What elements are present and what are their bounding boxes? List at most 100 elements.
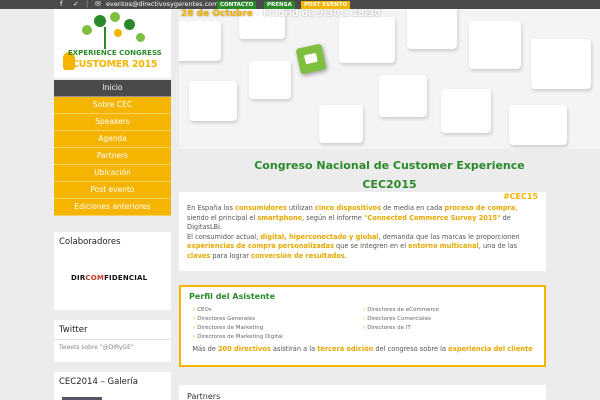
menu-item-ubicacion[interactable]: Ubicación <box>54 165 171 182</box>
logo-part: FIDENCIAL <box>104 274 148 282</box>
menu-item-agenda[interactable]: Agenda <box>54 131 171 148</box>
body-text: para lograr <box>210 251 252 260</box>
body-text: , demanda que las marcas le proporcionen <box>378 232 520 241</box>
logo-circle-icon <box>94 15 106 27</box>
profile-item: Directores de Marketing Digital <box>193 334 283 340</box>
post-evento-button[interactable]: POST EVENTO <box>301 1 351 9</box>
profile-item: Directores Comerciales <box>363 316 431 322</box>
intro-paragraph-2: El consumidor actual, digital, hipercone… <box>187 233 538 262</box>
prensa-button[interactable]: PRENSA <box>264 1 295 9</box>
decor-tile <box>469 21 521 69</box>
menu-item-speakers[interactable]: Speakers <box>54 114 171 131</box>
body-text: utilizan <box>286 204 315 212</box>
event-date: 28 de Octubre - Madrid de 9:30 a 18:30 <box>181 9 381 19</box>
hero-banner: 28 de Octubre - Madrid de 9:30 a 18:30 <box>179 9 600 149</box>
logo-circle-icon <box>114 29 122 37</box>
intro-box: #CEC15 En España los consumidores utiliz… <box>179 192 546 271</box>
decor-tile <box>441 89 491 133</box>
profile-item: CEOs <box>193 307 212 313</box>
perfil-title: Perfil del Asistente <box>189 292 276 301</box>
menu-item-post-evento[interactable]: Post evento <box>54 182 171 199</box>
logo-part: COM <box>85 274 105 282</box>
body-text: asistirán a la <box>270 345 318 353</box>
highlight-text: experiencia del cliente <box>448 345 533 353</box>
profile-item: Directores Generales <box>193 316 255 322</box>
menu-item-partners[interactable]: Partners <box>54 148 171 165</box>
perfil-asistente-box: Perfil del Asistente CEOs Directores Gen… <box>179 285 546 367</box>
main-menu: Inicio Sobre CEC Speakers Agenda Partner… <box>54 80 171 216</box>
logo-tree-stem <box>104 27 106 49</box>
body-text: . <box>344 251 347 260</box>
twitter-widget: Twitter Tweets sobre "@DIRyGE" <box>54 320 171 362</box>
body-text: , según el informe <box>302 213 364 222</box>
menu-item-inicio[interactable]: Inicio <box>54 80 171 97</box>
intro-paragraph-1: En España los consumidores utilizan cinc… <box>187 204 538 233</box>
decor-tile <box>179 21 221 61</box>
facebook-icon[interactable]: f <box>60 0 62 9</box>
profile-item: Directores de IT <box>363 325 411 331</box>
hashtag[interactable]: #CEC15 <box>503 192 538 202</box>
body-text: que se integren en el <box>333 242 409 250</box>
body-text: El consumidor actual, <box>187 232 261 241</box>
body-text: Más de <box>192 345 218 353</box>
highlight-text: tercera edición <box>317 345 374 353</box>
highlight-text: entorno multicanal <box>408 242 479 250</box>
widget-title: Colaboradores <box>59 237 121 247</box>
decor-tile <box>339 17 395 63</box>
mail-icon: ✉ <box>95 0 101 8</box>
profile-item: Directores de eCommerce <box>363 307 439 313</box>
divider: | <box>86 0 89 8</box>
logo-line-1: EXPERIENCE CONGRESS <box>68 49 162 57</box>
highlight-text: consumidores <box>234 204 287 212</box>
widget-title: Twitter <box>54 320 171 340</box>
logo-circle-icon <box>82 25 92 35</box>
tweets-link[interactable]: Tweets sobre "@DIRyGE" <box>54 340 171 355</box>
logo-circle-icon <box>124 19 135 30</box>
page-title: Congreso Nacional de Customer Experience… <box>179 156 600 194</box>
body-text: del congreso sobre la <box>373 345 449 353</box>
highlight-text: 200 directivos <box>217 345 271 353</box>
highlight-text: smartphone <box>257 213 303 222</box>
highlight-text: "Connected Commerce Survey 2015" <box>363 213 501 222</box>
decor-tile <box>189 81 237 121</box>
logo-circle-icon <box>136 33 145 42</box>
event-date-place: - Madrid de 9:30 a 18:30 <box>253 9 381 19</box>
twitter-icon[interactable]: ✓ <box>73 0 79 9</box>
profile-item: Directores de Marketing <box>193 325 263 331</box>
highlight-text: cinco dispositivos <box>314 204 382 212</box>
galeria-widget: CEC2014 – Galería <box>54 372 171 400</box>
menu-item-sobre-cec[interactable]: Sobre CEC <box>54 97 171 114</box>
decor-tile <box>509 105 567 145</box>
highlight-text: experiencias de compra personalizadas <box>187 242 334 250</box>
cart-cube-icon <box>295 43 327 75</box>
dircomfidencial-logo[interactable]: DIRCOMFIDENCIAL <box>71 274 147 282</box>
decor-tile <box>319 105 363 143</box>
contact-email-link[interactable]: eventos@directivosygerentes.com <box>106 0 218 9</box>
contacto-button[interactable]: CONTACTO <box>217 1 257 9</box>
decor-tile <box>249 61 291 99</box>
event-date-day: 28 de Octubre <box>181 9 254 19</box>
site-logo[interactable]: EXPERIENCE CONGRESS CUSTOMER 2015 <box>54 9 171 78</box>
widget-title: CEC2014 – Galería <box>59 377 138 387</box>
colaboradores-widget: Colaboradores DIRCOMFIDENCIAL <box>54 232 171 310</box>
body-text: , una de las <box>478 242 518 250</box>
logo-line-2: CUSTOMER 2015 <box>72 59 158 70</box>
menu-item-ediciones-anteriores[interactable]: Ediciones anteriores <box>54 199 171 216</box>
decor-tile <box>407 9 457 49</box>
perfil-summary: Más de 200 directivos asistirán a la ter… <box>187 344 538 354</box>
decor-tile <box>379 75 427 117</box>
body-text: de media en cada <box>381 204 445 212</box>
cart-icon <box>304 52 318 65</box>
decor-tile <box>531 39 591 89</box>
logo-circle-icon <box>110 12 120 22</box>
highlight-text: digital, hiperconectado y global <box>260 232 379 241</box>
highlight-text: claves <box>187 251 211 260</box>
partners-title: Partners <box>187 392 221 400</box>
partners-box: Partners <box>179 385 546 400</box>
logo-part: DIR <box>71 274 86 282</box>
highlight-text: proceso de compra <box>444 204 516 212</box>
page-title-line-1: Congreso Nacional de Customer Experience <box>254 159 525 172</box>
top-bar: f ✓ | ✉ eventos@directivosygerentes.com … <box>0 0 600 9</box>
body-text: En España los <box>187 204 235 212</box>
